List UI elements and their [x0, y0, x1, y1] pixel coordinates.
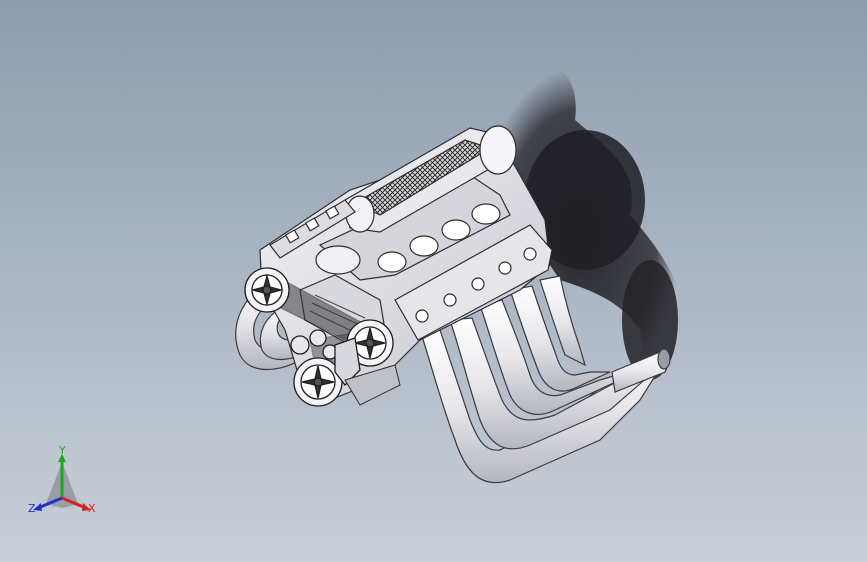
- graphics-viewport[interactable]: Y X Z: [0, 0, 867, 562]
- pulley-upper-left: [244, 267, 290, 313]
- z-axis-label: Z: [28, 502, 36, 515]
- y-axis-label: Y: [59, 444, 66, 457]
- engine-model[interactable]: [0, 0, 867, 562]
- x-axis-label: X: [88, 502, 96, 515]
- reference-triad[interactable]: Y X Z: [22, 444, 112, 526]
